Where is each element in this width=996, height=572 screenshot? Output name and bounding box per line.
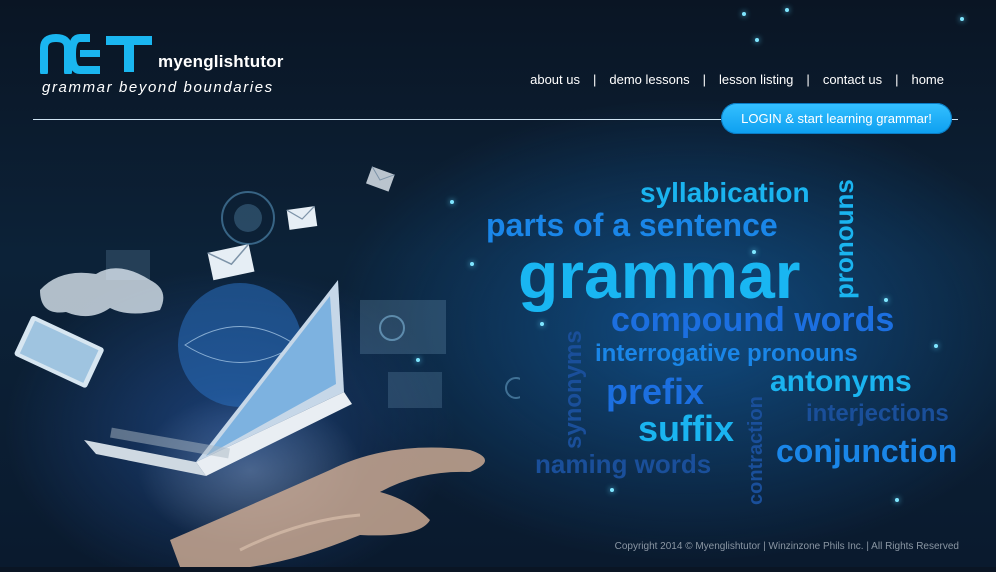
sparkle — [755, 38, 759, 42]
brand-tagline: grammar beyond boundaries — [42, 79, 274, 96]
login-button[interactable]: LOGIN & start learning grammar! — [721, 103, 952, 134]
word-interrogative-pronouns: interrogative pronouns — [595, 340, 858, 367]
tablet-icon — [14, 315, 104, 388]
sparkle — [934, 344, 938, 348]
site-logo[interactable]: myenglishtutor grammar beyond boundaries — [40, 34, 300, 98]
word-suffix: suffix — [638, 408, 735, 449]
sparkle — [752, 250, 756, 254]
envelope-icon — [286, 205, 318, 230]
nav-separator: | — [592, 72, 597, 87]
nav-separator: | — [806, 72, 810, 87]
word-parts-of-a-sentence: parts of a sentence — [486, 207, 778, 243]
word-prefix: prefix — [606, 371, 705, 412]
word-antonyms: antonyms — [770, 365, 912, 398]
nav-separator: | — [702, 72, 706, 87]
envelope-icon — [207, 243, 255, 281]
sparkle — [610, 488, 614, 492]
nav-demo-lessons[interactable]: demo lessons — [609, 72, 689, 87]
word-grammar: grammar — [518, 238, 801, 312]
nav-home[interactable]: home — [911, 72, 944, 87]
word-pronouns: pronouns — [829, 179, 859, 299]
sparkle — [416, 358, 420, 362]
brand-name: myenglishtutor — [158, 52, 284, 71]
word-conjunction: conjunction — [776, 433, 958, 469]
main-nav: about us | demo lessons | lesson listing… — [530, 72, 944, 87]
nav-about-us[interactable]: about us — [530, 72, 580, 87]
sparkle — [450, 200, 454, 204]
nav-separator: | — [895, 72, 899, 87]
hero-illustration — [0, 140, 527, 567]
sparkle — [742, 12, 746, 16]
net-logo-icon — [40, 34, 152, 74]
envelope-icon — [365, 166, 395, 192]
word-synonyms: synonyms — [560, 330, 587, 449]
word-naming-words: naming words — [535, 449, 712, 479]
sparkle — [884, 298, 888, 302]
word-syllabication: syllabication — [640, 177, 810, 208]
sparkle — [470, 262, 474, 266]
word-compound-words: compound words — [611, 301, 895, 339]
copyright-text: Copyright 2014 © Myenglishtutor | Winzin… — [614, 541, 959, 552]
sparkle — [785, 8, 789, 12]
sparkle — [540, 322, 544, 326]
word-interjections: interjections — [806, 400, 949, 427]
nav-contact-us[interactable]: contact us — [823, 72, 882, 87]
sparkle — [960, 17, 964, 21]
nav-lesson-listing[interactable]: lesson listing — [719, 72, 793, 87]
word-contraction: contraction — [745, 396, 767, 505]
sparkle — [895, 498, 899, 502]
